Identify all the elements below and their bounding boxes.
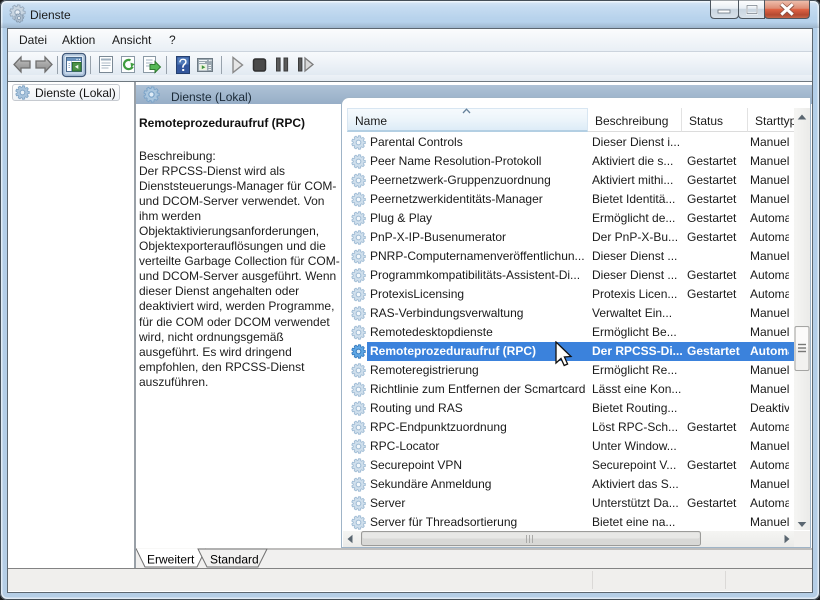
svg-text:Erweitert: Erweitert [147, 553, 195, 567]
svg-text:Standard: Standard [210, 553, 259, 567]
